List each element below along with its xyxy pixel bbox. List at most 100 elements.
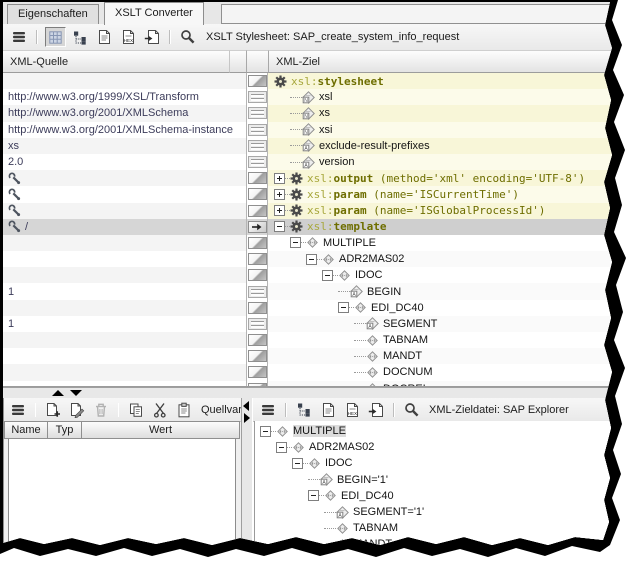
expander-minus-icon[interactable] xyxy=(292,458,303,469)
source-row[interactable] xyxy=(3,251,246,267)
mapping-equal-button[interactable] xyxy=(248,140,267,152)
mapping-blank-button[interactable] xyxy=(248,237,267,249)
target-tree-row[interactable]: DOCNUM xyxy=(268,364,634,380)
expander-minus-icon[interactable] xyxy=(274,221,285,232)
export-document-icon[interactable] xyxy=(366,400,386,420)
collapse-down-icon[interactable] xyxy=(70,390,82,396)
export-document-icon[interactable] xyxy=(142,27,162,47)
source-row[interactable]: http://www.w3.org/2001/XMLSchema xyxy=(3,105,246,121)
target-tree-row[interactable]: xsl:template xyxy=(268,219,634,235)
mapping-blank-button[interactable] xyxy=(248,188,267,200)
mapping-blank-button[interactable] xyxy=(248,334,267,346)
collapse-right-icon[interactable] xyxy=(244,413,250,423)
source-row[interactable]: http://www.w3.org/2001/XMLSchema-instanc… xyxy=(3,122,246,138)
mapping-blank-button[interactable] xyxy=(248,172,267,184)
mapping-equal-button[interactable] xyxy=(248,107,267,119)
target-tree-row[interactable]: SEGMENT xyxy=(268,316,634,332)
source-row[interactable]: 2.0 xyxy=(3,154,246,170)
tab-xslt-converter[interactable]: XSLT Converter xyxy=(104,2,204,25)
source-row[interactable] xyxy=(3,364,246,380)
target-tree-row[interactable]: xsl xyxy=(268,89,634,105)
target-file-tree-row[interactable]: IDOC xyxy=(255,455,634,471)
mapping-blank-button[interactable] xyxy=(248,350,267,362)
expander-minus-icon[interactable] xyxy=(306,254,317,265)
hex-view-icon[interactable] xyxy=(342,400,362,420)
target-tree-row[interactable]: ADR2MAS02 xyxy=(268,251,634,267)
table-view-toggle-icon[interactable] xyxy=(45,27,66,47)
source-row[interactable]: / xyxy=(3,219,246,235)
paste-icon[interactable] xyxy=(174,400,194,420)
target-tree-row[interactable]: xsl:param (name='ISGlobalProcessId') xyxy=(268,203,634,219)
target-tree-row[interactable]: version xyxy=(268,154,634,170)
target-tree-row[interactable]: TABNAM xyxy=(268,332,634,348)
target-file-tree-row[interactable]: EDI_DC40 xyxy=(255,488,634,504)
target-tree-row[interactable]: MANDT xyxy=(268,348,634,364)
expander-plus-icon[interactable] xyxy=(274,205,285,216)
source-row[interactable]: 1 xyxy=(3,283,246,299)
target-tree-row[interactable]: BEGIN xyxy=(268,283,634,299)
mapping-equal-button[interactable] xyxy=(248,156,267,168)
edit-document-icon[interactable] xyxy=(67,400,87,420)
target-tree-row[interactable]: IDOC xyxy=(268,267,634,283)
mapping-blank-button[interactable] xyxy=(248,366,267,378)
source-row[interactable] xyxy=(3,348,246,364)
target-tree-row[interactable]: EDI_DC40 xyxy=(268,300,634,316)
menu-icon[interactable] xyxy=(8,400,28,420)
source-row[interactable] xyxy=(3,235,246,251)
document-view-icon[interactable] xyxy=(318,400,338,420)
hex-view-icon[interactable] xyxy=(118,27,138,47)
source-row[interactable]: http://www.w3.org/1999/XSL/Transform xyxy=(3,89,246,105)
mapping-blank-button[interactable] xyxy=(248,253,267,265)
mapping-equal-button[interactable] xyxy=(248,91,267,103)
source-row[interactable]: xs xyxy=(3,138,246,154)
mapping-equal-button[interactable] xyxy=(248,286,267,298)
document-view-icon[interactable] xyxy=(94,27,114,47)
expander-minus-icon[interactable] xyxy=(260,426,271,437)
collapse-up-icon[interactable] xyxy=(52,390,64,396)
search-icon[interactable] xyxy=(402,400,422,420)
mapping-equal-button[interactable] xyxy=(248,318,267,330)
expander-minus-icon[interactable] xyxy=(290,237,301,248)
source-row[interactable] xyxy=(3,267,246,283)
source-row[interactable] xyxy=(3,300,246,316)
target-file-tree-row[interactable]: SEGMENT='1' xyxy=(255,504,634,520)
target-tree-row[interactable]: xsi xyxy=(268,122,634,138)
source-row[interactable] xyxy=(3,332,246,348)
target-file-tree-row[interactable]: MULTIPLE xyxy=(255,423,634,439)
tree-view-icon[interactable] xyxy=(70,27,90,47)
menu-icon[interactable] xyxy=(258,400,278,420)
target-tree-row[interactable]: xsl:output (method='xml' encoding='UTF-8… xyxy=(268,170,634,186)
expander-minus-icon[interactable] xyxy=(338,302,349,313)
expander-plus-icon[interactable] xyxy=(274,173,285,184)
search-icon[interactable] xyxy=(178,27,198,47)
target-tree-row[interactable]: exclude-result-prefixes xyxy=(268,138,634,154)
source-row[interactable]: 1 xyxy=(3,316,246,332)
new-document-icon[interactable] xyxy=(43,400,63,420)
expander-minus-icon[interactable] xyxy=(276,442,287,453)
target-file-tree-row[interactable]: ADR2MAS02 xyxy=(255,439,634,455)
source-row[interactable] xyxy=(3,186,246,202)
target-file-tree-row[interactable]: BEGIN='1' xyxy=(255,472,634,488)
target-file-tree-row[interactable]: TABNAM xyxy=(255,520,634,536)
target-tree-row[interactable]: xsl:param (name='ISCurrentTime') xyxy=(268,186,634,202)
mapping-equal-button[interactable] xyxy=(248,124,267,136)
mapping-blank-button[interactable] xyxy=(248,302,267,314)
target-tree-row[interactable]: xsl:stylesheet xyxy=(268,73,634,89)
expander-minus-icon[interactable] xyxy=(322,270,333,281)
cut-icon[interactable] xyxy=(150,400,170,420)
mapping-blank-button[interactable] xyxy=(248,75,267,87)
expander-minus-icon[interactable] xyxy=(308,490,319,501)
target-tree-row[interactable]: MULTIPLE xyxy=(268,235,634,251)
delete-icon[interactable] xyxy=(91,400,111,420)
source-row[interactable] xyxy=(3,170,246,186)
target-tree-row[interactable]: xs xyxy=(268,105,634,121)
expander-plus-icon[interactable] xyxy=(274,189,285,200)
copy-icon[interactable] xyxy=(126,400,146,420)
menu-icon[interactable] xyxy=(9,27,29,47)
tree-view-icon[interactable] xyxy=(294,400,314,420)
tab-eigenschaften[interactable]: Eigenschaften xyxy=(7,4,99,24)
source-row[interactable] xyxy=(3,73,246,89)
source-row[interactable] xyxy=(3,203,246,219)
mapping-arrow-button[interactable] xyxy=(248,221,267,233)
mapping-blank-button[interactable] xyxy=(248,269,267,281)
